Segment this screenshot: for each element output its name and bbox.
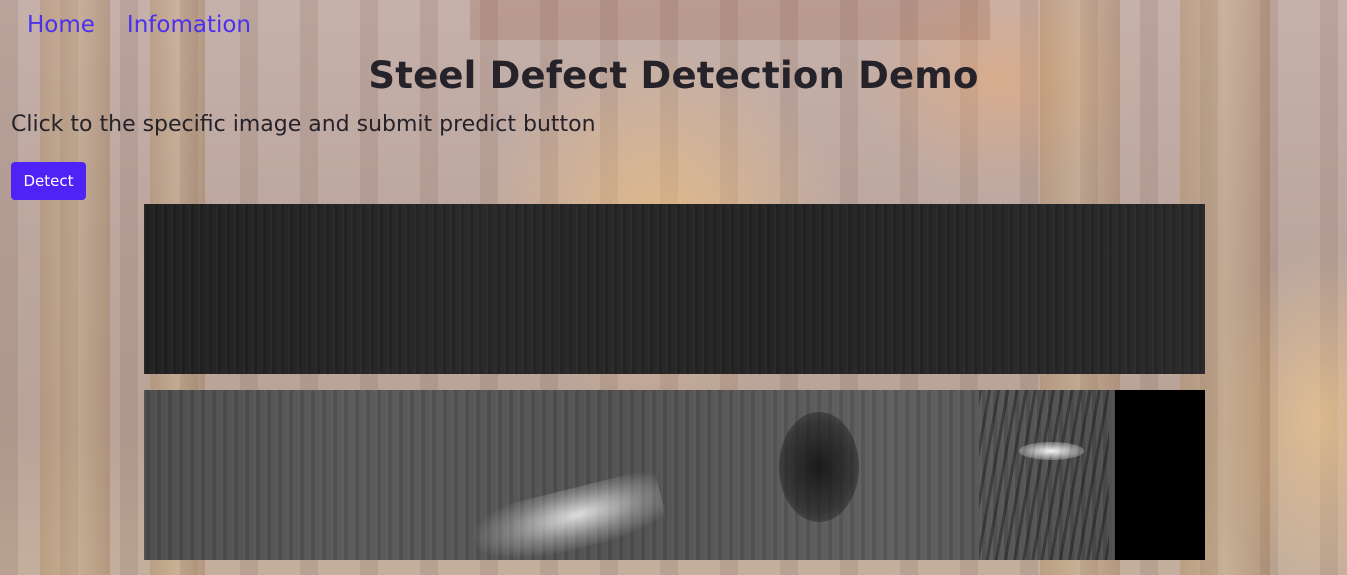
steel-sample-image-1[interactable] [144, 204, 1205, 374]
defect-region [469, 467, 669, 560]
defect-region [1019, 442, 1084, 460]
defect-region [979, 390, 1109, 560]
page-title: Steel Defect Detection Demo [368, 54, 979, 97]
top-nav: Home Infomation [27, 12, 251, 38]
instruction-text: Click to the specific image and submit p… [11, 112, 596, 137]
steel-sample-image-2[interactable] [144, 390, 1205, 560]
image-edge [1115, 390, 1205, 560]
nav-link-information[interactable]: Infomation [127, 12, 251, 38]
page-background: Home Infomation Steel Defect Detection D… [0, 0, 1347, 575]
background-beam [470, 0, 990, 40]
defect-region [779, 412, 859, 522]
detect-button[interactable]: Detect [11, 162, 86, 200]
nav-link-home[interactable]: Home [27, 12, 95, 38]
